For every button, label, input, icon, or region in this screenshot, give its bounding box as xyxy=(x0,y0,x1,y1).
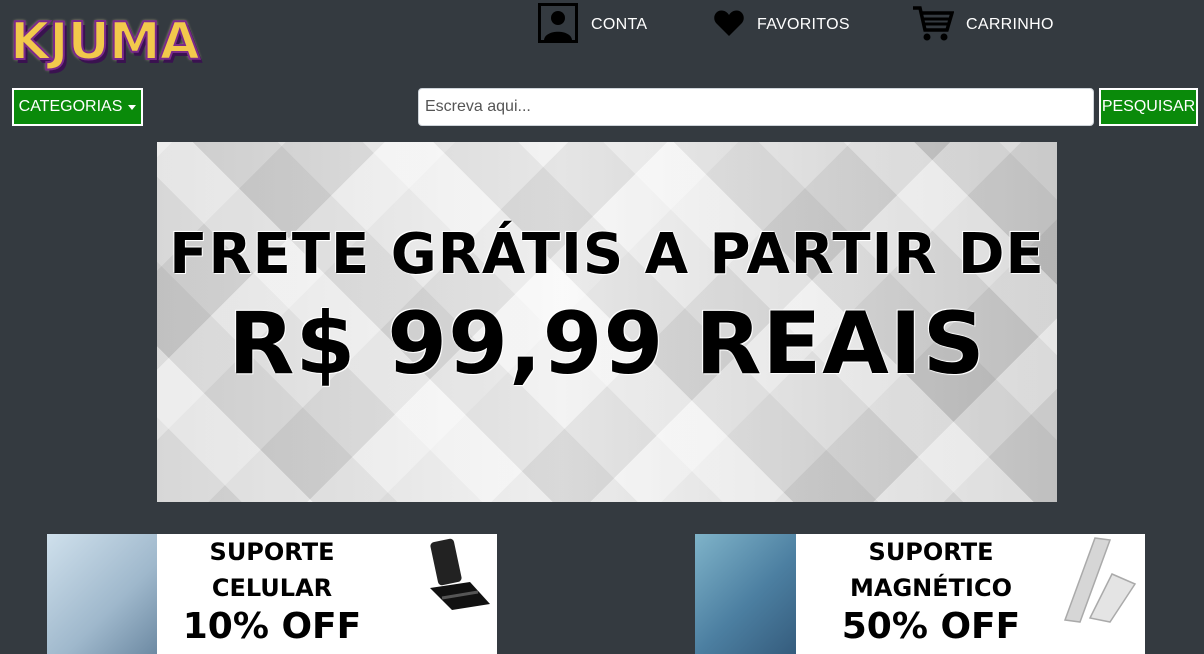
account-link[interactable]: CONTA xyxy=(537,2,648,49)
banner-price: R$ 99,99 REAIS xyxy=(228,294,986,394)
magnetic-stand-illustration xyxy=(1063,537,1137,623)
cart-label: CARRINHO xyxy=(966,16,1054,33)
caret-down-icon xyxy=(128,104,137,110)
favorites-link[interactable]: FAVORITOS xyxy=(713,4,850,46)
promo-card-phone-stand[interactable]: SUPORTE CELULAR 10% OFF xyxy=(47,534,497,654)
search-input[interactable] xyxy=(418,88,1094,126)
cart-link[interactable]: CARRINHO xyxy=(912,4,1054,46)
promo-card-magnetic-stand[interactable]: SUPORTE MAGNÉTICO 50% OFF xyxy=(695,534,1145,654)
search-button[interactable]: PESQUISAR xyxy=(1099,88,1198,126)
site-logo[interactable]: KJUMA xyxy=(9,11,201,73)
promo-line: MAGNÉTICO xyxy=(850,574,1012,602)
account-label: CONTA xyxy=(591,16,648,33)
favorites-label: FAVORITOS xyxy=(757,16,850,33)
categories-label: CATEGORIAS xyxy=(18,98,123,115)
promo-text: SUPORTE CELULAR 10% OFF xyxy=(157,534,387,648)
promo-line: SUPORTE xyxy=(209,538,335,566)
promo-discount: 10% OFF xyxy=(182,606,362,647)
promo-product-photo xyxy=(695,534,796,654)
promo-discount: 50% OFF xyxy=(841,606,1021,647)
promo-line: CELULAR xyxy=(211,574,333,602)
banner-headline: FRETE GRÁTIS A PARTIR DE xyxy=(169,222,1045,287)
promo-line: SUPORTE xyxy=(868,538,994,566)
free-shipping-banner[interactable]: FRETE GRÁTIS A PARTIR DE R$ 99,99 REAIS xyxy=(157,142,1057,502)
cart-icon xyxy=(912,4,955,47)
categories-dropdown-button[interactable]: CATEGORIAS xyxy=(12,88,143,126)
user-icon xyxy=(537,2,579,49)
phone-stand-illustration xyxy=(430,538,490,610)
search-button-label: PESQUISAR xyxy=(1101,98,1196,115)
promo-product-photo xyxy=(47,534,157,654)
promo-text: SUPORTE MAGNÉTICO 50% OFF xyxy=(796,534,1066,648)
heart-icon xyxy=(713,7,745,44)
